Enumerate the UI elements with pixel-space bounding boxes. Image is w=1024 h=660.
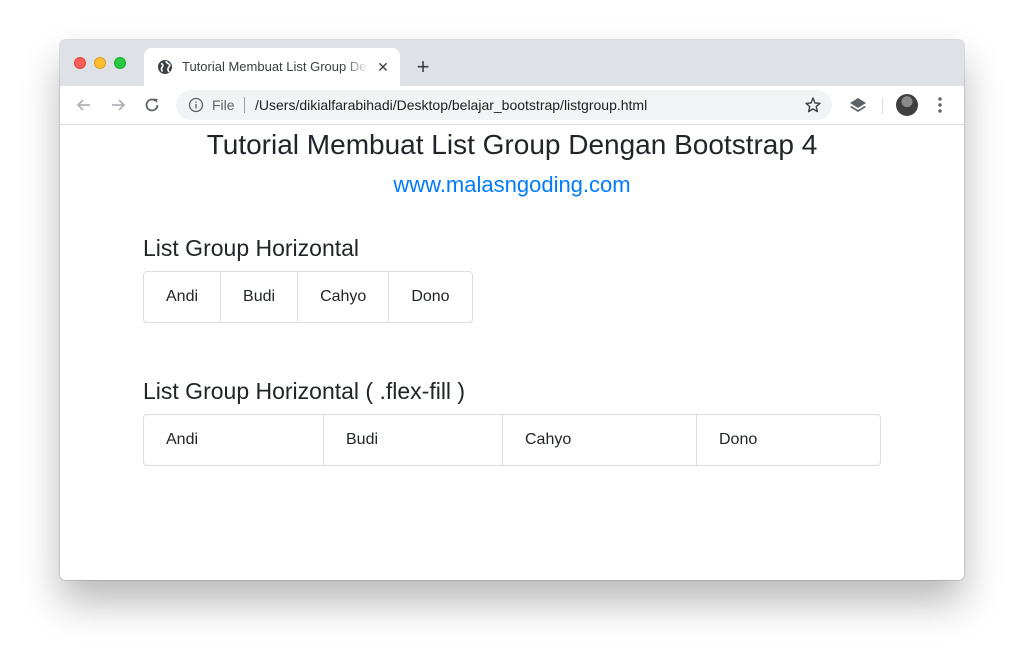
section-title-horizontal: List Group Horizontal (143, 235, 360, 261)
page-title: Tutorial Membuat List Group Dengan Boots… (206, 129, 818, 160)
forward-arrow-icon[interactable] (108, 95, 128, 115)
browser-window: Tutorial Membuat List Group Dengan Boots… (60, 40, 964, 580)
scheme-label: File (212, 97, 235, 113)
list-group-item[interactable]: Andi (144, 415, 323, 465)
section-title-flex-fill: List Group Horizontal ( .flex-fill ) (143, 378, 466, 404)
page-content: Tutorial Membuat List Group Dengan Boots… (60, 125, 964, 580)
extension-layers-icon[interactable] (849, 96, 867, 114)
browser-toolbar: File /Users/dikialfarabihadi/Desktop/bel… (60, 86, 964, 125)
zoom-window-button[interactable] (114, 57, 126, 69)
list-group-flex-fill: Andi Budi Cahyo Dono (143, 414, 881, 466)
url-text[interactable]: /Users/dikialfarabihadi/Desktop/belajar_… (255, 97, 647, 113)
toolbar-separator (882, 98, 883, 114)
tab-title: Tutorial Membuat List Group Dengan Boots… (182, 59, 368, 74)
address-bar[interactable]: File /Users/dikialfarabihadi/Desktop/bel… (176, 90, 832, 120)
tab-strip: Tutorial Membuat List Group Dengan Boots… (60, 40, 964, 86)
info-icon[interactable] (188, 97, 204, 113)
list-group-item[interactable]: Budi (220, 272, 297, 322)
list-group-item[interactable]: Andi (144, 272, 220, 322)
back-arrow-icon[interactable] (74, 95, 94, 115)
list-group-item[interactable]: Dono (388, 272, 471, 322)
new-tab-button[interactable]: + (410, 54, 436, 80)
active-tab[interactable]: Tutorial Membuat List Group Dengan Boots… (144, 48, 400, 86)
minimize-window-button[interactable] (94, 57, 106, 69)
reload-icon[interactable] (142, 95, 162, 115)
close-tab-icon[interactable]: ✕ (374, 58, 392, 76)
site-link[interactable]: www.malasngoding.com (60, 171, 964, 199)
bookmark-star-icon[interactable] (804, 96, 822, 114)
list-group-item[interactable]: Cahyo (297, 272, 388, 322)
close-window-button[interactable] (74, 57, 86, 69)
address-separator (244, 97, 245, 113)
more-menu-icon[interactable] (932, 95, 948, 115)
tab-title-fade (344, 56, 368, 78)
profile-avatar[interactable] (896, 94, 918, 116)
list-group-item[interactable]: Cahyo (502, 415, 696, 465)
list-group-horizontal: Andi Budi Cahyo Dono (143, 271, 473, 323)
list-group-item[interactable]: Dono (696, 415, 880, 465)
list-group-item[interactable]: Budi (323, 415, 502, 465)
globe-icon (158, 60, 172, 74)
